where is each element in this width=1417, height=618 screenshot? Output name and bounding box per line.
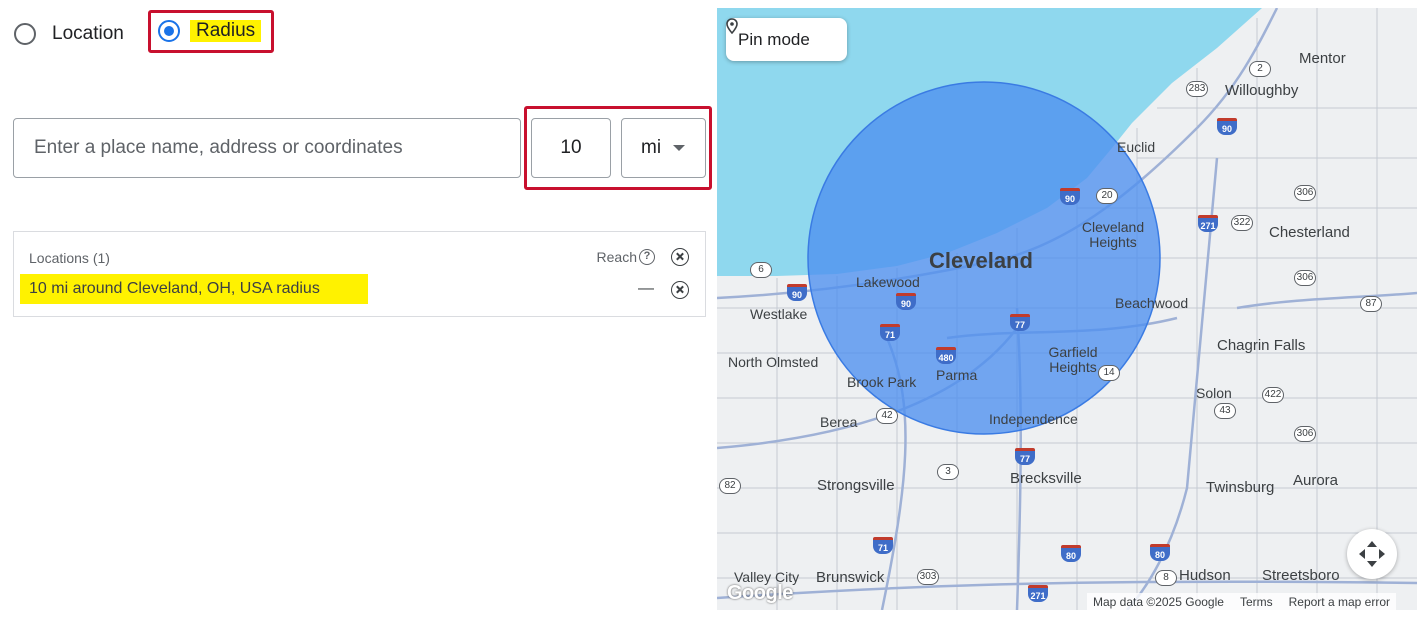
pin-mode-button[interactable]: Pin mode [726, 18, 847, 61]
route-306-shield-icon: 306 [1294, 426, 1316, 442]
terms-link[interactable]: Terms [1240, 595, 1273, 609]
interstate-271-shield-icon: 271 [1028, 585, 1048, 602]
radius-radio-label: Radius [190, 20, 262, 42]
interstate-77-shield-icon: 77 [1015, 448, 1035, 465]
interstate-71-shield-icon: 71 [880, 324, 900, 341]
pin-mode-label: Pin mode [738, 29, 810, 49]
route-43-shield-icon: 43 [1214, 403, 1236, 419]
report-map-error-link[interactable]: Report a map error [1289, 595, 1390, 609]
route-422-shield-icon: 422 [1262, 387, 1284, 403]
interstate-90-shield-icon: 90 [896, 293, 916, 310]
location-item-reach: — [638, 280, 654, 297]
locations-panel: Locations (1) Reach ? 10 mi around Cleve… [13, 231, 706, 317]
map-label-euclid: Euclid [1117, 139, 1156, 155]
interstate-71-shield-icon: 71 [873, 537, 893, 554]
caret-down-icon [673, 145, 686, 151]
reach-label: Reach [596, 249, 637, 265]
map-label-north-olmsted: North Olmsted [728, 354, 819, 370]
route-42-shield-icon: 42 [876, 408, 898, 424]
help-icon[interactable]: ? [639, 249, 655, 265]
interstate-90-shield-icon: 90 [1060, 188, 1080, 205]
route-283-shield-icon: 283 [1186, 81, 1208, 97]
radius-unit-value: mi [641, 137, 662, 158]
map-label-chagrin-falls: Chagrin Falls [1217, 337, 1306, 354]
radius-unit-select[interactable]: mi [621, 118, 706, 178]
radius-radio-option[interactable]: Radius [158, 20, 262, 42]
map-label-solon: Solon [1196, 385, 1232, 401]
route-303-shield-icon: 303 [917, 569, 939, 585]
location-type-radio-group: Location [14, 14, 154, 54]
route-2-shield-icon: 2 [1249, 61, 1271, 77]
route-87-shield-icon: 87 [1360, 296, 1382, 312]
interstate-480-shield-icon: 480 [936, 347, 956, 364]
map-label-brecksville: Brecksville [1010, 470, 1082, 487]
interstate-90-shield-icon: 90 [1217, 118, 1237, 135]
map-label-willoughby: Willoughby [1225, 82, 1299, 99]
place-search-input[interactable] [13, 118, 521, 178]
route-82-shield-icon: 82 [719, 478, 741, 494]
google-logo: Google [727, 582, 793, 604]
map-label-streetsboro: Streetsboro [1262, 567, 1340, 584]
clear-all-icon[interactable] [671, 248, 689, 266]
interstate-77-shield-icon: 77 [1010, 314, 1030, 331]
map-label-cleveland-heights: Cleveland Heights [1081, 219, 1145, 250]
remove-location-icon[interactable] [671, 281, 689, 299]
location-radio-label: Location [52, 23, 124, 44]
map-pin-icon [726, 18, 738, 34]
interstate-90-shield-icon: 90 [787, 284, 807, 301]
route-20-shield-icon: 20 [1096, 188, 1118, 204]
map-label-mentor: Mentor [1299, 50, 1346, 67]
interstate-80-shield-icon: 80 [1150, 544, 1170, 561]
fullscreen-button[interactable] [1347, 529, 1397, 579]
map-label-aurora: Aurora [1293, 472, 1339, 489]
map-attribution: Map data ©2025 Google Terms Report a map… [1087, 593, 1396, 610]
map-label-cleveland: Cleveland [929, 248, 1033, 273]
map-view[interactable]: Pin mode Cleveland Mentor Willoughby Euc… [717, 8, 1417, 610]
route-6-shield-icon: 6 [750, 262, 772, 278]
map-label-strongsville: Strongsville [817, 477, 895, 494]
map-label-hudson: Hudson [1179, 567, 1231, 584]
map-label-independence: Independence [989, 411, 1078, 427]
route-3-shield-icon: 3 [937, 464, 959, 480]
interstate-271-shield-icon: 271 [1198, 215, 1218, 232]
radius-radio-icon[interactable] [158, 20, 180, 42]
interstate-80-shield-icon: 80 [1061, 545, 1081, 562]
map-label-beachwood: Beachwood [1115, 295, 1189, 311]
map-label-brunswick: Brunswick [816, 569, 885, 586]
map-label-twinsburg: Twinsburg [1206, 479, 1275, 496]
locations-title: Locations (1) [29, 250, 110, 266]
route-306-shield-icon: 306 [1294, 185, 1316, 201]
location-item-label: 10 mi around Cleveland, OH, USA radius [20, 274, 368, 304]
route-306-shield-icon: 306 [1294, 270, 1316, 286]
map-canvas [717, 8, 1417, 610]
map-label-westlake: Westlake [750, 306, 808, 322]
map-label-brook-park: Brook Park [847, 374, 917, 390]
location-radio-icon[interactable] [14, 23, 36, 45]
map-label-berea: Berea [820, 414, 858, 430]
map-label-parma: Parma [936, 367, 978, 383]
route-322-shield-icon: 322 [1231, 215, 1253, 231]
route-14-shield-icon: 14 [1098, 365, 1120, 381]
radius-value-input[interactable] [531, 118, 611, 178]
location-radio-option[interactable]: Location [14, 23, 124, 45]
route-8-shield-icon: 8 [1155, 570, 1177, 586]
map-label-chesterland: Chesterland [1269, 224, 1350, 241]
map-label-lakewood: Lakewood [856, 274, 920, 290]
fullscreen-icon [1359, 541, 1385, 567]
map-data-credit: Map data ©2025 Google [1093, 594, 1224, 609]
